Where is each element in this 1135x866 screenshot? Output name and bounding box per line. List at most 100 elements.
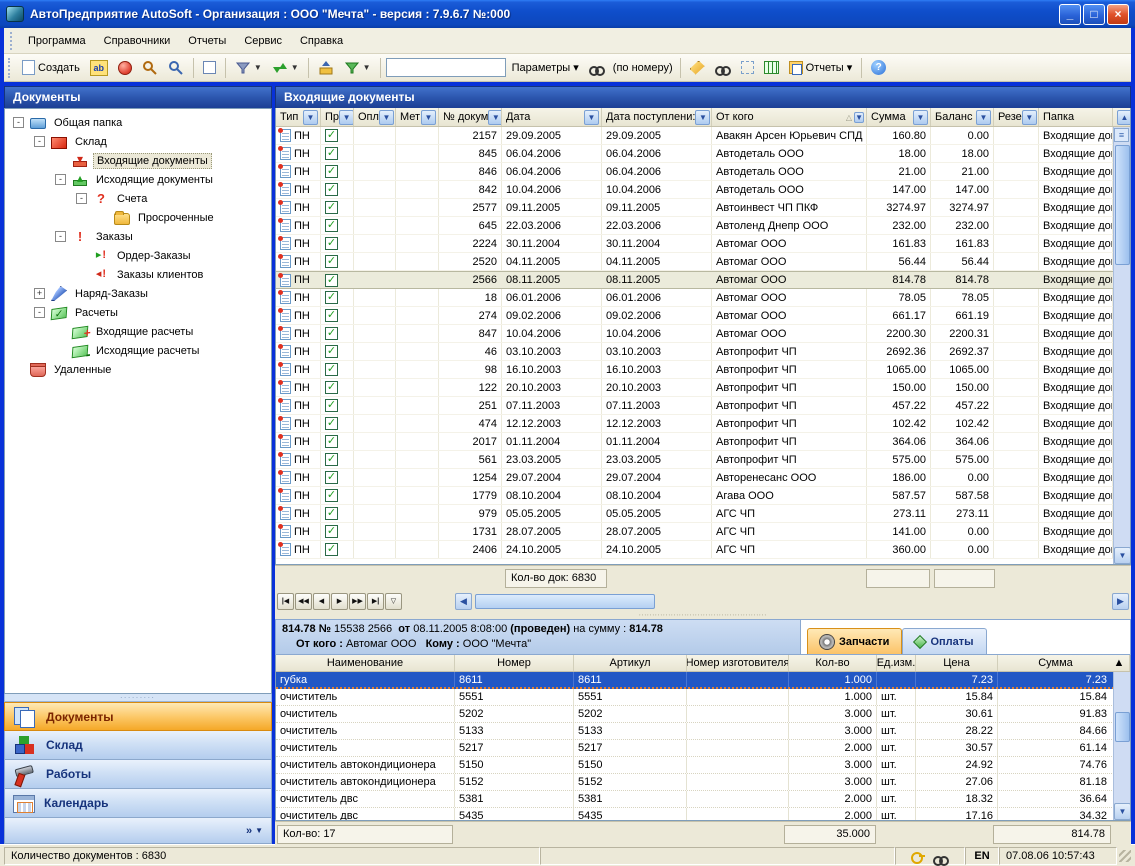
close-button[interactable]: × [1107, 4, 1129, 25]
scroll-up-icon[interactable]: ▲ [1117, 110, 1130, 125]
detail-table-row[interactable]: очиститель 5551 5551 1.000 шт. 15.84 15.… [276, 689, 1130, 706]
prior-page-button[interactable]: ◀◀ [295, 593, 312, 610]
detail-splitter[interactable]: ,,,,,,,,,,,,,,,,,,,,,,,,,,,,,,,,,,,,,,,,… [275, 612, 1131, 619]
col-filter-icon[interactable]: ▼ [913, 110, 928, 125]
tree-item[interactable]: ! Ордер-Заказы [5, 246, 271, 265]
checked-checkbox[interactable]: ✓ [325, 327, 338, 340]
dcol-price[interactable]: Цена [916, 655, 998, 671]
search-input[interactable] [386, 58, 506, 77]
col-docnum[interactable]: № докум▼ [439, 108, 502, 126]
detail-table-row[interactable]: очиститель 5202 5202 3.000 шт. 30.61 91.… [276, 706, 1130, 723]
checked-checkbox[interactable]: ✓ [325, 129, 338, 142]
col-balance[interactable]: Баланс▼ [931, 108, 994, 126]
col-opl[interactable]: Опл▼ [354, 108, 396, 126]
checked-checkbox[interactable]: ✓ [325, 507, 338, 520]
checked-checkbox[interactable]: ✓ [325, 435, 338, 448]
table-row[interactable]: ПН ✓ 1731 28.07.2005 28.07.2005 АГС ЧП 1… [276, 523, 1130, 541]
sidebar-splitter[interactable]: ......... [4, 694, 272, 702]
create-button[interactable]: Создать [18, 57, 84, 79]
selection-button[interactable] [737, 57, 758, 79]
col-filter-icon[interactable]: ▼ [695, 110, 710, 125]
col-from[interactable]: От кого△▼ [712, 108, 867, 126]
menu-servis[interactable]: Сервис [235, 32, 291, 50]
sort-ab-button[interactable]: ab [86, 57, 112, 79]
checked-checkbox[interactable]: ✓ [325, 291, 338, 304]
tree-item[interactable]: ! Заказы клиентов [5, 265, 271, 284]
tree-item[interactable]: Входящие документы [5, 151, 271, 170]
tree-item-label[interactable]: Ордер-Заказы [114, 249, 194, 263]
view-button[interactable] [711, 57, 735, 79]
dcol-mfr-number[interactable]: Номер изготовителя [687, 655, 789, 671]
nav-collapse-bar[interactable]: »▼ [4, 818, 272, 844]
col-folder[interactable]: Папка [1039, 108, 1113, 126]
scroll-down-button[interactable]: ▼ [1114, 547, 1130, 564]
horizontal-scrollbar[interactable]: ◀ ▶ [455, 593, 1129, 610]
tree-item[interactable]: Просроченные [5, 208, 271, 227]
tree-item-label[interactable]: Исходящие документы [93, 173, 216, 187]
detail-table-row[interactable]: очиститель 5217 5217 2.000 шт. 30.57 61.… [276, 740, 1130, 757]
scroll-thumb[interactable] [1115, 145, 1130, 265]
detail-table-row[interactable]: очиститель двс 5435 5435 2.000 шт. 17.16… [276, 808, 1130, 820]
tree-item[interactable]: + Наряд-Заказы [5, 284, 271, 303]
col-filter-icon[interactable]: ▼ [854, 112, 864, 123]
table-row[interactable]: ПН ✓ 845 06.04.2006 06.04.2006 Автодетал… [276, 145, 1130, 163]
zoom-in-button[interactable] [138, 57, 162, 79]
minimize-button[interactable]: _ [1059, 4, 1081, 25]
next-page-button[interactable]: ▶▶ [349, 593, 366, 610]
detail-table-row[interactable]: очиститель двс 5381 5381 2.000 шт. 18.32… [276, 791, 1130, 808]
tree-expander-icon[interactable]: - [76, 193, 87, 204]
checked-checkbox[interactable]: ✓ [325, 183, 338, 196]
col-filter-icon[interactable]: ▼ [1022, 110, 1037, 125]
tree-item[interactable]: - Исходящие документы [5, 170, 271, 189]
col-tip[interactable]: Тип▼ [276, 108, 321, 126]
table-row[interactable]: ПН ✓ 474 12.12.2003 12.12.2003 Автопрофи… [276, 415, 1130, 433]
tree-item[interactable]: Исходящие расчеты [5, 341, 271, 360]
menu-programma[interactable]: Программа [19, 32, 95, 50]
menu-spravka[interactable]: Справка [291, 32, 352, 50]
tree-expander-icon[interactable]: - [13, 117, 24, 128]
tree-item-label[interactable]: Наряд-Заказы [72, 287, 151, 301]
tab-zapchasti[interactable]: Запчасти [807, 628, 902, 654]
checked-checkbox[interactable]: ✓ [325, 363, 338, 376]
table-row[interactable]: ПН ✓ 1779 08.10.2004 08.10.2004 Агава ОО… [276, 487, 1130, 505]
dcol-unit[interactable]: Ед.изм. [877, 655, 916, 671]
column-options-button[interactable]: ≡ [1114, 128, 1129, 142]
checked-checkbox[interactable]: ✓ [325, 201, 338, 214]
table-row[interactable]: ПН ✓ 2566 08.11.2005 08.11.2005 Автомаг … [276, 271, 1130, 289]
col-reserve[interactable]: Резе▼ [994, 108, 1039, 126]
filter-records-button[interactable]: ▽ [385, 593, 402, 610]
params-dropdown[interactable]: Параметры ▾ [508, 57, 583, 79]
col-filter-icon[interactable]: ▼ [488, 110, 502, 125]
tab-oplaty[interactable]: Оплаты [902, 628, 986, 654]
table-row[interactable]: ПН ✓ 842 10.04.2006 10.04.2006 Автодетал… [276, 181, 1130, 199]
col-date[interactable]: Дата▼ [502, 108, 602, 126]
tree-item[interactable]: - ! Заказы [5, 227, 271, 246]
tree-item[interactable]: - Склад [5, 132, 271, 151]
col-filter-icon[interactable]: ▼ [339, 110, 354, 125]
main-vertical-scrollbar[interactable]: ≡ ▼ [1113, 127, 1130, 564]
table-row[interactable]: ПН ✓ 1254 29.07.2004 29.07.2004 Авторене… [276, 469, 1130, 487]
scroll-left-button[interactable]: ◀ [455, 593, 472, 610]
table-row[interactable]: ПН ✓ 645 22.03.2006 22.03.2006 Автоленд … [276, 217, 1130, 235]
detail-table-row[interactable]: очиститель автокондиционера 5150 5150 3.… [276, 757, 1130, 774]
dcol-number[interactable]: Номер [455, 655, 574, 671]
col-filter-icon[interactable]: ▼ [303, 110, 318, 125]
checked-checkbox[interactable]: ✓ [325, 345, 338, 358]
tree-item-label[interactable]: Счета [114, 192, 150, 206]
sidebar-nav-склад[interactable]: Склад [4, 731, 272, 760]
sidebar-nav-работы[interactable]: Работы [4, 760, 272, 789]
col-filter-icon[interactable]: ▼ [584, 110, 599, 125]
detail-table-row[interactable]: губка 8611 8611 1.000 7.23 7.23 [276, 672, 1130, 689]
first-record-button[interactable]: |◀ [277, 593, 294, 610]
tree-item[interactable]: Входящие расчеты [5, 322, 271, 341]
table-row[interactable]: ПН ✓ 18 06.01.2006 06.01.2006 Автомаг ОО… [276, 289, 1130, 307]
find-button[interactable] [585, 57, 609, 79]
detail-table-row[interactable]: очиститель автокондиционера 5152 5152 3.… [276, 774, 1130, 791]
checked-checkbox[interactable]: ✓ [325, 399, 338, 412]
sidebar-nav-документы[interactable]: Документы [4, 702, 272, 731]
delete-button[interactable] [114, 57, 136, 79]
zoom-out-button[interactable] [164, 57, 188, 79]
filter-dropdown[interactable]: ▼ [231, 57, 266, 79]
table-row[interactable]: ПН ✓ 2017 01.11.2004 01.11.2004 Автопроф… [276, 433, 1130, 451]
refresh-dropdown[interactable]: ▼ [268, 57, 303, 79]
